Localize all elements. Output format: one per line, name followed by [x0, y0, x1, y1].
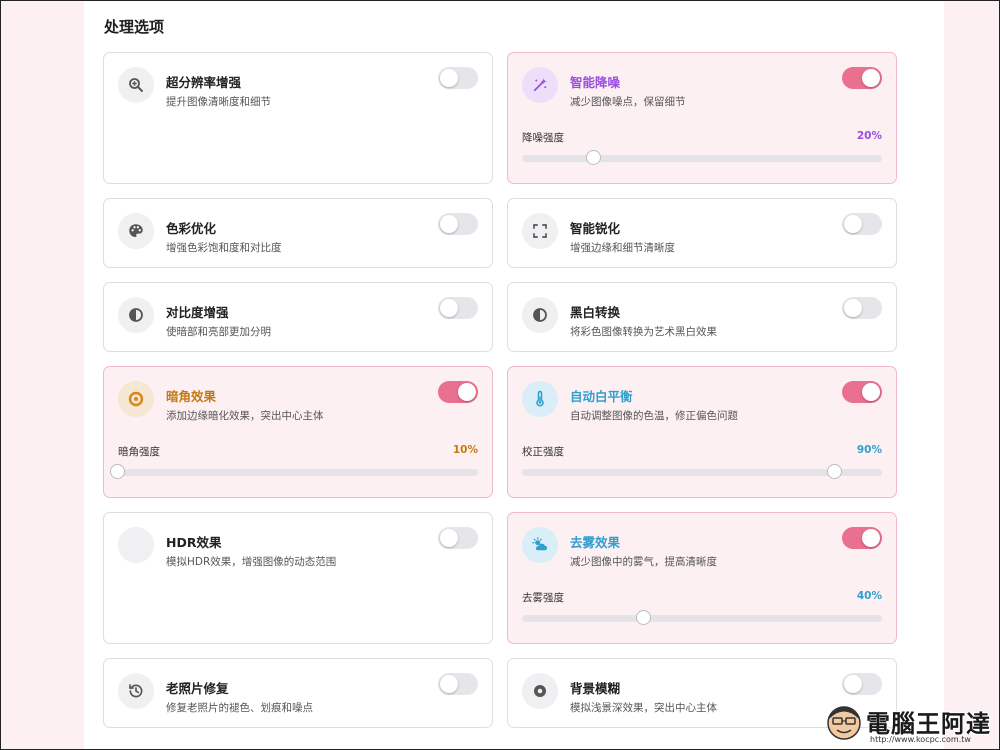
- option-card-color-optimize: 色彩优化增强色彩饱和度和对比度: [103, 198, 493, 268]
- slider-value: 20%: [856, 130, 882, 142]
- option-description: 修复老照片的褪色、划痕和噪点: [166, 702, 313, 714]
- vignette-icon: [118, 381, 154, 417]
- toggle-knob: [862, 529, 880, 547]
- weather-icon: [522, 527, 558, 563]
- watermark-url: http://www.kocpc.com.tw: [870, 735, 971, 744]
- slider-thumb[interactable]: [110, 464, 125, 479]
- toggle-knob: [862, 69, 880, 87]
- slider-value: 90%: [856, 444, 882, 456]
- contrast-toggle[interactable]: [438, 297, 478, 319]
- color-optimize-toggle[interactable]: [438, 213, 478, 235]
- hdr-icon: [118, 527, 154, 563]
- option-description: 增强边缘和细节清晰度: [570, 242, 675, 254]
- denoise-toggle[interactable]: [842, 67, 882, 89]
- option-title: 智能锐化: [570, 221, 621, 236]
- option-card-contrast: 对比度增强使暗部和亮部更加分明: [103, 282, 493, 352]
- toggle-knob: [440, 215, 458, 233]
- option-title: 去雾效果: [570, 535, 621, 550]
- option-card-white-balance: 自动白平衡自动调整图像的色温，修正偏色问题校正强度 90%: [507, 366, 897, 498]
- option-description: 模拟浅景深效果，突出中心主体: [570, 702, 717, 714]
- option-card-denoise: 智能降噪减少图像噪点，保留细节降噪强度 20%: [507, 52, 897, 184]
- option-title: 自动白平衡: [570, 389, 633, 404]
- option-description: 增强色彩饱和度和对比度: [166, 242, 282, 254]
- option-title: 黑白转换: [570, 305, 621, 320]
- option-description: 将彩色图像转换为艺术黑白效果: [570, 326, 717, 338]
- toggle-knob: [844, 215, 862, 233]
- vignette-slider-track[interactable]: [110, 464, 478, 479]
- option-description: 模拟HDR效果，增强图像的动态范围: [166, 556, 337, 568]
- palette-icon: [118, 213, 154, 249]
- option-title: 老照片修复: [166, 681, 229, 696]
- site-watermark: 電腦王阿達 http://www.kocpc.com.tw: [824, 700, 994, 748]
- toggle-knob: [458, 383, 476, 401]
- magic-wand-icon: [522, 67, 558, 103]
- background-blur-toggle[interactable]: [842, 673, 882, 695]
- slider-label: 校正强度: [522, 446, 564, 458]
- toggle-knob: [440, 299, 458, 317]
- option-card-vignette: 暗角效果添加边缘暗化效果，突出中心主体暗角强度 10%: [103, 366, 493, 498]
- toggle-knob: [862, 383, 880, 401]
- slider-label: 降噪强度: [522, 132, 564, 144]
- option-description: 添加边缘暗化效果，突出中心主体: [166, 410, 324, 422]
- slider-thumb[interactable]: [827, 464, 843, 479]
- slider-thumb[interactable]: [586, 150, 601, 165]
- option-description: 减少图像噪点，保留细节: [570, 96, 686, 108]
- toggle-knob: [844, 675, 862, 693]
- processing-options-panel: 处理选项 超分辨率增强 提升图像清晰度和细节 智能降噪 减少图像噪点，保留细节 降噪强度…: [84, 0, 944, 750]
- thermometer-icon: [522, 381, 558, 417]
- slider-label: 去雾强度: [522, 592, 564, 604]
- dehaze-slider-track[interactable]: [522, 610, 882, 625]
- white-balance-slider-track[interactable]: [522, 464, 882, 479]
- option-title: 智能降噪: [570, 75, 621, 90]
- option-description: 使暗部和亮部更加分明: [166, 326, 271, 338]
- section-title: 处理选项: [104, 18, 165, 36]
- option-description: 自动调整图像的色温，修正偏色问题: [570, 410, 738, 422]
- slider-label: 暗角强度: [118, 446, 160, 458]
- vignette-toggle[interactable]: [438, 381, 478, 403]
- watermark-text: 電腦王阿達: [866, 710, 991, 738]
- option-card-sharpen: 智能锐化增强边缘和细节清晰度: [507, 198, 897, 268]
- option-title: HDR效果: [166, 535, 222, 550]
- hdr-toggle[interactable]: [438, 527, 478, 549]
- option-card-dehaze: 去雾效果减少图像中的雾气，提高清晰度去雾强度 40%: [507, 512, 897, 644]
- white-balance-toggle[interactable]: [842, 381, 882, 403]
- option-card-photo-restore: 老照片修复修复老照片的褪色、划痕和噪点: [103, 658, 493, 728]
- option-title: 超分辨率增强: [166, 75, 242, 90]
- option-card-super-resolution: 超分辨率增强提升图像清晰度和细节: [103, 52, 493, 184]
- option-card-monochrome: 黑白转换将彩色图像转换为艺术黑白效果: [507, 282, 897, 352]
- slider-value: 40%: [856, 590, 882, 602]
- monochrome-toggle[interactable]: [842, 297, 882, 319]
- zoom-in-icon: [118, 67, 154, 103]
- option-title: 色彩优化: [166, 221, 217, 236]
- toggle-knob: [440, 529, 458, 547]
- slider-thumb[interactable]: [636, 610, 652, 625]
- denoise-slider-track[interactable]: [522, 150, 882, 165]
- option-description: 提升图像清晰度和细节: [166, 96, 271, 108]
- contrast-icon: [118, 297, 154, 333]
- contrast-icon: [522, 297, 558, 333]
- super-resolution-toggle[interactable]: [438, 67, 478, 89]
- toggle-knob: [440, 69, 458, 87]
- option-title: 暗角效果: [166, 389, 217, 404]
- aperture-icon: [522, 673, 558, 709]
- option-card-hdr: HDR效果模拟HDR效果，增强图像的动态范围: [103, 512, 493, 644]
- photo-restore-toggle[interactable]: [438, 673, 478, 695]
- option-description: 减少图像中的雾气，提高清晰度: [570, 556, 717, 568]
- dehaze-toggle[interactable]: [842, 527, 882, 549]
- option-title: 对比度增强: [166, 305, 229, 320]
- option-title: 背景模糊: [570, 681, 621, 696]
- mascot-logo-icon: [827, 706, 861, 740]
- history-icon: [118, 673, 154, 709]
- sharpen-toggle[interactable]: [842, 213, 882, 235]
- focus-frame-icon: [522, 213, 558, 249]
- toggle-knob: [844, 299, 862, 317]
- toggle-knob: [440, 675, 458, 693]
- slider-value: 10%: [452, 444, 478, 456]
